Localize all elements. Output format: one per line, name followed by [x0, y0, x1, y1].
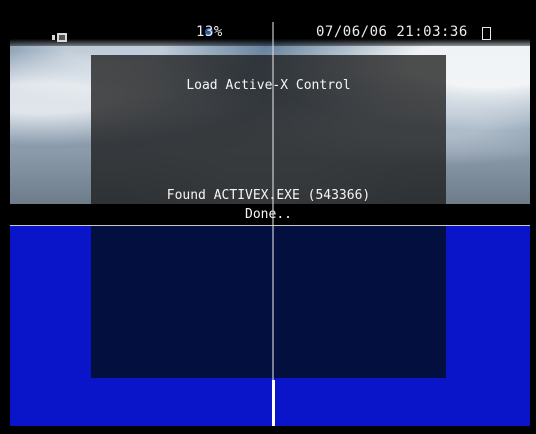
tv-screen: 13% 07/06/06 21:03:36 Load Active-X Cont…	[0, 0, 536, 434]
dialog-title: Load Active-X Control	[186, 78, 351, 93]
vertical-divider	[272, 22, 274, 426]
tv-icon	[52, 28, 68, 42]
cursor-icon	[482, 27, 491, 40]
done-message: Done..	[245, 207, 292, 222]
signal-strength: 13%	[196, 24, 223, 40]
vertical-divider-highlight	[272, 380, 275, 426]
dialog-lower-panel	[91, 226, 446, 378]
found-file-message: Found ACTIVEX.EXE (543366)	[166, 188, 371, 203]
date-time: 07/06/06 21:03:36	[316, 24, 468, 40]
